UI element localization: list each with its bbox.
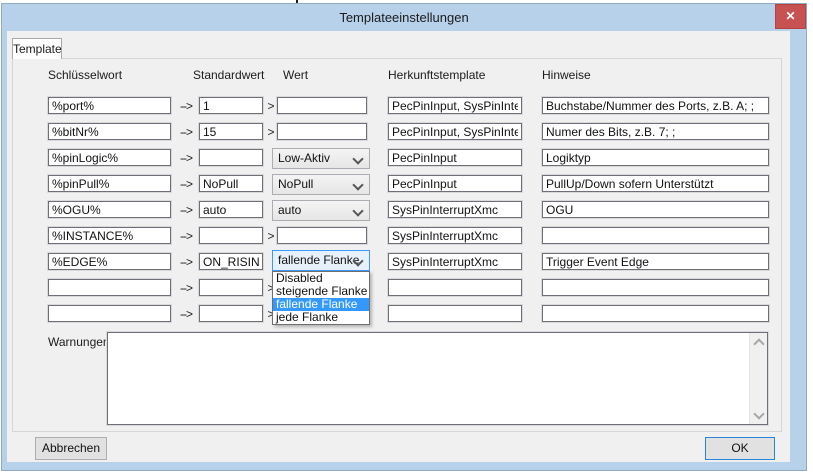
notes-field[interactable] — [542, 201, 769, 218]
table-row: --> Low-Aktiv — [7, 149, 790, 171]
table-row: --> > — [7, 227, 790, 249]
column-header-origin: Herkunftstemplate — [388, 68, 485, 82]
close-icon: ✕ — [785, 9, 795, 23]
arrow-label: --> — [173, 307, 199, 321]
column-header-keyword: Schlüsselwort — [48, 68, 122, 82]
notes-field[interactable] — [542, 253, 769, 270]
edge-dropdown[interactable]: fallende Flanke — [272, 250, 370, 271]
arrow-label: --> — [173, 203, 199, 217]
origin-field[interactable] — [388, 97, 522, 114]
keyword-field[interactable] — [48, 175, 171, 192]
keyword-field[interactable] — [48, 227, 171, 244]
warnings-textarea[interactable] — [107, 332, 768, 425]
dropdown-value: NoPull — [278, 177, 313, 191]
keyword-field[interactable] — [48, 97, 171, 114]
dropdown-item[interactable]: Disabled — [273, 272, 369, 285]
default-field[interactable] — [199, 227, 263, 244]
table-row: --> > — [7, 305, 790, 327]
default-field[interactable] — [199, 97, 263, 114]
dropdown-item-selected[interactable]: fallende Flanke — [273, 298, 369, 311]
arrow-label: --> — [173, 151, 199, 165]
arrow-label: --> — [173, 229, 199, 243]
origin-field[interactable] — [388, 279, 522, 296]
arrow-label: --> — [173, 177, 199, 191]
origin-field[interactable] — [388, 175, 522, 192]
gt-label: > — [266, 99, 276, 113]
origin-field[interactable] — [388, 305, 522, 322]
arrow-label: --> — [173, 255, 199, 269]
notes-field[interactable] — [542, 175, 769, 192]
value-dropdown[interactable]: auto — [272, 200, 370, 221]
warnings-label: Warnungen: — [48, 335, 113, 349]
notes-field[interactable] — [542, 123, 769, 140]
table-row: --> > — [7, 279, 790, 301]
warnings-scrollbar[interactable] — [749, 333, 767, 424]
default-field[interactable] — [199, 279, 263, 296]
close-button[interactable]: ✕ — [775, 4, 806, 29]
value-field[interactable] — [277, 123, 367, 140]
origin-field[interactable] — [388, 253, 522, 270]
default-field[interactable] — [199, 253, 263, 270]
chevron-down-icon — [352, 179, 363, 190]
column-header-default: Standardwert — [193, 68, 264, 82]
keyword-field[interactable] — [48, 279, 171, 296]
dropdown-value: fallende Flanke — [278, 253, 359, 267]
value-dropdown[interactable]: NoPull — [272, 174, 370, 195]
titlebar[interactable]: Templateeinstellungen ✕ — [2, 4, 806, 31]
column-header-value: Wert — [283, 68, 308, 82]
chevron-up-icon — [753, 338, 764, 349]
desktop-background: Templateeinstellungen ✕ Template Schlüss… — [0, 0, 813, 472]
dropdown-item[interactable]: jede Flanke — [273, 311, 369, 324]
chevron-down-icon — [753, 408, 764, 419]
gt-label: > — [266, 125, 276, 139]
scroll-down-button[interactable] — [750, 407, 767, 424]
tab-template[interactable]: Template — [12, 38, 62, 59]
notes-field[interactable] — [542, 149, 769, 166]
origin-field[interactable] — [388, 201, 522, 218]
keyword-field[interactable] — [48, 201, 171, 218]
notes-field[interactable] — [542, 227, 769, 244]
dropdown-list: Disabled steigende Flanke fallende Flank… — [272, 271, 370, 325]
value-field[interactable] — [277, 97, 367, 114]
window-title: Templateeinstellungen — [2, 4, 806, 31]
dropdown-value: auto — [278, 203, 301, 217]
default-field[interactable] — [199, 305, 263, 322]
gt-label: > — [266, 229, 276, 243]
default-field[interactable] — [199, 175, 263, 192]
origin-field[interactable] — [388, 123, 522, 140]
chevron-down-icon — [352, 153, 363, 164]
arrow-label: --> — [173, 281, 199, 295]
keyword-field[interactable] — [48, 305, 171, 322]
arrow-label: --> — [173, 99, 199, 113]
default-field[interactable] — [199, 149, 263, 166]
notes-field[interactable] — [542, 279, 769, 296]
keyword-field[interactable] — [48, 149, 171, 166]
table-row: --> > — [7, 123, 790, 145]
keyword-field[interactable] — [48, 123, 171, 140]
origin-field[interactable] — [388, 149, 522, 166]
ok-button[interactable]: OK — [705, 437, 775, 460]
keyword-field[interactable] — [48, 253, 171, 270]
dialog-client-area: Template Schlüsselwort Standardwert Wert… — [7, 31, 790, 462]
table-row: --> NoPull — [7, 175, 790, 197]
table-row: --> fallende Flanke — [7, 253, 790, 275]
value-dropdown[interactable]: Low-Aktiv — [272, 148, 370, 169]
notes-field[interactable] — [542, 97, 769, 114]
default-field[interactable] — [199, 201, 263, 218]
cancel-button[interactable]: Abbrechen — [35, 437, 107, 460]
template-settings-dialog: Templateeinstellungen ✕ Template Schlüss… — [2, 4, 806, 470]
dropdown-item[interactable]: steigende Flanke — [273, 285, 369, 298]
table-row: --> auto — [7, 201, 790, 223]
notes-field[interactable] — [542, 305, 769, 322]
table-row: --> > — [7, 97, 790, 119]
value-field[interactable] — [277, 227, 367, 244]
dropdown-value: Low-Aktiv — [278, 151, 330, 165]
chevron-down-icon — [352, 205, 363, 216]
default-field[interactable] — [199, 123, 263, 140]
scroll-up-button[interactable] — [750, 333, 767, 350]
column-header-notes: Hinweise — [542, 68, 591, 82]
arrow-label: --> — [173, 125, 199, 139]
origin-field[interactable] — [388, 227, 522, 244]
